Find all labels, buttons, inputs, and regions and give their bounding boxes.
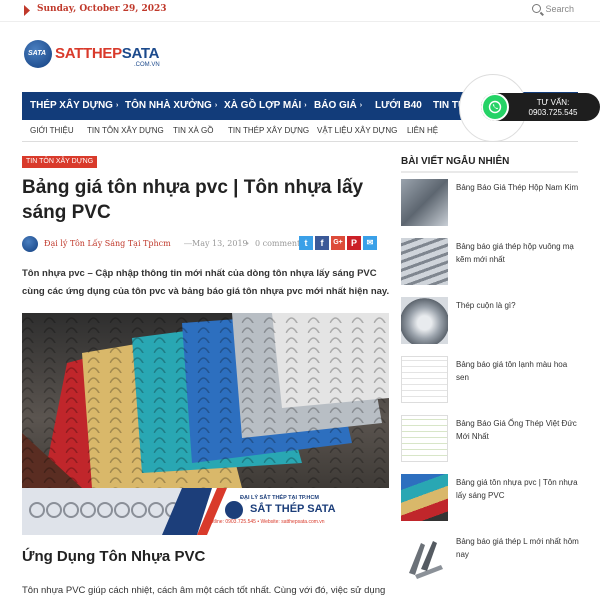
twitter-icon[interactable]: t	[299, 236, 313, 250]
top-bar: Sunday, October 29, 2023 Search	[0, 0, 600, 22]
post-title-link[interactable]: Bảng Báo Giá Thép Hộp Nam Kim	[456, 181, 580, 194]
article-title: Bảng giá tôn nhựa pvc | Tôn nhựa lấy sán…	[22, 177, 364, 223]
article-lead: Tôn nhựa pvc – Cập nhập thông tin mới nh…	[22, 268, 390, 297]
banner-tagline: ĐẠI LÝ SẮT THÉP TẠI TP.HCM	[240, 495, 319, 501]
post-thumbnail[interactable]	[401, 297, 448, 344]
post-title-link[interactable]: Bảng báo giá thép hộp vuông mạ kẽm mới n…	[456, 240, 580, 266]
post-title-link[interactable]: Bảng báo giá thép L mới nhất hôm nay	[456, 535, 580, 561]
googleplus-icon[interactable]: G+	[331, 236, 345, 250]
nav-item-thep-xay-dung[interactable]: THÉP XÂY DỰNG ›	[30, 100, 118, 111]
post-thumbnail[interactable]	[401, 356, 448, 403]
sidebar-divider	[401, 171, 578, 173]
subnav-gioi-thieu[interactable]: GIỚI THIỆU	[30, 126, 74, 135]
subnav-vat-lieu-xay-dung[interactable]: VẬT LIỆU XÂY DỰNG	[317, 126, 397, 135]
article-meta: Đại lý Tôn Lấy Sáng Tại Tphcm — May 13, …	[22, 236, 392, 252]
current-date: Sunday, October 29, 2023	[37, 4, 167, 14]
sidebar-post[interactable]: Bảng báo giá thép hộp vuông mạ kẽm mới n…	[401, 238, 578, 286]
logo-domain: .COM.VN	[134, 62, 160, 68]
pinterest-icon[interactable]: P	[347, 236, 361, 250]
category-badge[interactable]: TIN TÔN XÂY DỰNG	[22, 156, 98, 168]
avatar	[22, 236, 38, 252]
email-icon[interactable]: ✉	[363, 236, 377, 250]
nav-item-luoi-b40[interactable]: LƯỚI B40	[375, 100, 422, 111]
post-title-link[interactable]: Thép cuộn là gì?	[456, 299, 580, 312]
post-thumbnail[interactable]	[401, 474, 448, 521]
chevron-down-icon: ›	[304, 102, 307, 109]
facebook-icon[interactable]: f	[315, 236, 329, 250]
post-title-link[interactable]: Bảng báo giá tôn lạnh màu hoa sen	[456, 358, 580, 384]
sidebar-post[interactable]: Bảng Báo Giá Ống Thép Việt Đức Mới Nhất	[401, 415, 578, 463]
author-link[interactable]: Đại lý Tôn Lấy Sáng Tại Tphcm	[44, 239, 171, 248]
post-thumbnail[interactable]	[401, 238, 448, 285]
article-paragraph: Tôn nhựa PVC giúp cách nhiệt, cách âm mộ…	[22, 585, 386, 596]
post-thumbnail[interactable]	[401, 179, 448, 226]
post-thumbnail[interactable]	[401, 533, 448, 580]
subnav-tin-ton-xay-dung[interactable]: TIN TÔN XÂY DỰNG	[87, 126, 164, 135]
nav-item-bao-gia[interactable]: BÁO GIÁ ›	[314, 100, 362, 111]
chevron-down-icon: ›	[359, 102, 363, 109]
calendar-marker-icon	[24, 5, 30, 16]
search-icon	[532, 4, 542, 13]
subnav-lien-he[interactable]: LIÊN HỆ	[407, 126, 438, 135]
hotline-text[interactable]: TƯ VẤN: 0903.725.545	[520, 98, 586, 118]
chevron-down-icon: ›	[214, 102, 218, 109]
banner-brand: SẮT THÉP SATA	[250, 503, 336, 515]
sidebar-title: BÀI VIẾT NGẪU NHIÊN	[401, 156, 510, 167]
pvc-roof-sheets-photo	[22, 313, 389, 488]
sidebar-post[interactable]: Bảng giá tôn nhựa pvc | Tôn nhựa lấy sán…	[401, 474, 578, 522]
sidebar-post[interactable]: Bảng báo giá thép L mới nhất hôm nay	[401, 533, 580, 581]
sidebar-post[interactable]: Bảng Báo Giá Thép Hộp Nam Kim	[401, 179, 578, 227]
sidebar-post[interactable]: Bảng báo giá tôn lạnh màu hoa sen	[401, 356, 578, 404]
sidebar-post[interactable]: Thép cuộn là gì?	[401, 297, 578, 345]
logo-emblem-icon: SATA	[24, 40, 52, 68]
banner-contact: Hotline: 0903.725.545 • Website: satthep…	[207, 519, 325, 525]
subnav-tin-xa-go[interactable]: TIN XÀ GỒ	[173, 126, 213, 135]
nav-item-ton-nha-xuong[interactable]: TÔN NHÀ XƯỞNG ›	[125, 100, 217, 111]
publish-date: May 13, 2019	[192, 239, 248, 248]
comment-count-link[interactable]: 0 comment	[255, 239, 300, 248]
search-button[interactable]: Search	[532, 4, 574, 14]
whatsapp-icon[interactable]	[481, 93, 509, 121]
nav-item-xa-go-lop-mai[interactable]: XÀ GỒ LỢP MÁI ›	[224, 100, 307, 111]
logo-wordmark: SATTHEPSATA	[55, 45, 160, 62]
meta-separator: —	[184, 239, 192, 248]
subnav-tin-thep-xay-dung[interactable]: TIN THÉP XÂY DỰNG	[228, 126, 309, 135]
section-heading: Ứng Dụng Tôn Nhựa PVC	[22, 548, 206, 565]
article-featured-image: ĐẠI LÝ SẮT THÉP TẠI TP.HCM SẮT THÉP SATA…	[22, 313, 389, 535]
search-label: Search	[545, 4, 574, 14]
post-title-link[interactable]: Bảng Báo Giá Ống Thép Việt Đức Mới Nhất	[456, 417, 580, 443]
post-title-link[interactable]: Bảng giá tôn nhựa pvc | Tôn nhựa lấy sán…	[456, 476, 580, 502]
sata-banner: ĐẠI LÝ SẮT THÉP TẠI TP.HCM SẮT THÉP SATA…	[22, 488, 389, 535]
secondary-navigation: GIỚI THIỆU TIN TÔN XÂY DỰNG TIN XÀ GỒ TI…	[22, 120, 578, 142]
post-thumbnail[interactable]	[401, 415, 448, 462]
meta-separator: •	[246, 239, 249, 248]
chevron-down-icon: ›	[115, 102, 119, 109]
